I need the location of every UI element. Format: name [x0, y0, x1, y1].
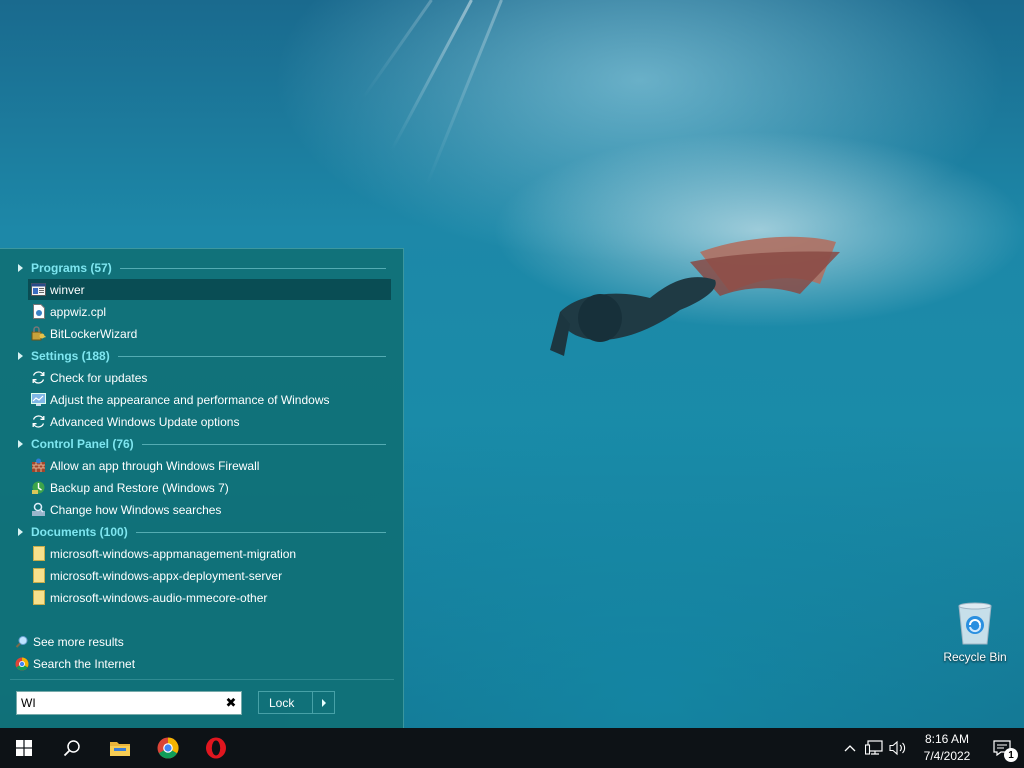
- magnifier-icon: [14, 635, 29, 650]
- search-internet-link[interactable]: Search the Internet: [14, 655, 135, 673]
- network-icon: [865, 740, 883, 755]
- clock-time: 8:16 AM: [924, 732, 970, 746]
- result-item-change-search[interactable]: Change how Windows searches: [28, 499, 391, 520]
- result-item-document-2[interactable]: microsoft-windows-appx-deployment-server: [28, 565, 391, 586]
- result-item-check-updates[interactable]: Check for updates: [28, 367, 391, 388]
- clock[interactable]: 8:16 AM 7/4/2022: [914, 728, 980, 768]
- diver-image: [550, 236, 840, 356]
- document-icon: [31, 568, 46, 583]
- recycle-bin-shortcut[interactable]: Recycle Bin: [940, 600, 1010, 672]
- volume-icon: [889, 740, 906, 756]
- document-icon: [31, 590, 46, 605]
- expand-arrow-icon: [18, 528, 23, 536]
- result-item-firewall[interactable]: Allow an app through Windows Firewall: [28, 455, 391, 476]
- show-hidden-icons-button[interactable]: [838, 728, 862, 768]
- search-input[interactable]: [17, 693, 221, 713]
- section-settings-header[interactable]: Settings (188): [14, 347, 386, 365]
- menu-divider: [10, 679, 394, 680]
- chrome-button[interactable]: [144, 728, 192, 768]
- action-center-button[interactable]: 1: [980, 728, 1024, 768]
- window-app-icon: [31, 282, 46, 297]
- power-options-arrow-button[interactable]: [312, 692, 334, 713]
- opera-button[interactable]: [192, 728, 240, 768]
- result-item-document-3[interactable]: microsoft-windows-audio-mmecore-other: [28, 587, 391, 608]
- windows-start-icon: [16, 740, 32, 756]
- result-item-adjust-appearance[interactable]: Adjust the appearance and performance of…: [28, 389, 391, 410]
- chrome-icon: [14, 657, 29, 672]
- firewall-icon: [31, 458, 46, 473]
- expand-arrow-icon: [18, 440, 23, 448]
- file-explorer-icon: [110, 742, 130, 756]
- result-item-advanced-update[interactable]: Advanced Windows Update options: [28, 411, 391, 432]
- search-box: ✖: [16, 691, 242, 715]
- clock-date: 7/4/2022: [923, 749, 971, 763]
- chevron-right-icon: [321, 698, 326, 707]
- close-icon[interactable]: ✖: [221, 693, 241, 713]
- section-control-panel-header[interactable]: Control Panel (76): [14, 435, 386, 453]
- system-tray: 8:16 AM 7/4/2022 1: [838, 728, 1024, 768]
- taskbar: 8:16 AM 7/4/2022 1: [0, 728, 1024, 768]
- bitlocker-key-icon: [31, 326, 46, 341]
- recycle-bin-icon: [958, 602, 992, 645]
- chevron-up-icon: [844, 745, 856, 752]
- network-button[interactable]: [862, 728, 886, 768]
- section-documents-header[interactable]: Documents (100): [14, 523, 386, 541]
- result-item-bitlocker[interactable]: BitLockerWizard: [28, 323, 391, 344]
- section-divider: [135, 531, 386, 533]
- opera-icon: [206, 737, 226, 759]
- result-item-winver[interactable]: winver: [28, 279, 391, 300]
- search-icon: [63, 740, 80, 757]
- see-more-results-link[interactable]: See more results: [14, 633, 124, 651]
- result-item-appwiz[interactable]: appwiz.cpl: [28, 301, 391, 322]
- lock-button[interactable]: Lock: [258, 691, 335, 714]
- search-options-icon: [31, 502, 46, 517]
- section-programs-header[interactable]: Programs (57): [14, 259, 386, 277]
- document-icon: [31, 546, 46, 561]
- start-menu: Programs (57) winver appwiz.cpl BitLocke…: [0, 248, 404, 728]
- result-item-backup-restore[interactable]: Backup and Restore (Windows 7): [28, 477, 391, 498]
- start-button[interactable]: [0, 728, 48, 768]
- sync-icon: [31, 370, 46, 385]
- backup-icon: [31, 480, 46, 495]
- light-ray: [425, 0, 503, 186]
- control-panel-file-icon: [31, 304, 46, 319]
- section-divider: [117, 355, 386, 357]
- file-explorer-button[interactable]: [96, 728, 144, 768]
- section-divider: [119, 267, 386, 269]
- light-ray: [390, 0, 473, 151]
- expand-arrow-icon: [18, 264, 23, 272]
- light-ray: [361, 0, 433, 100]
- result-item-document-1[interactable]: microsoft-windows-appmanagement-migratio…: [28, 543, 391, 564]
- expand-arrow-icon: [18, 352, 23, 360]
- taskbar-search-button[interactable]: [48, 728, 96, 768]
- chrome-icon: [157, 737, 179, 759]
- section-divider: [141, 443, 386, 445]
- volume-button[interactable]: [886, 728, 910, 768]
- sync-icon: [31, 414, 46, 429]
- monitor-performance-icon: [31, 392, 46, 407]
- notification-count-badge: 1: [1004, 748, 1018, 762]
